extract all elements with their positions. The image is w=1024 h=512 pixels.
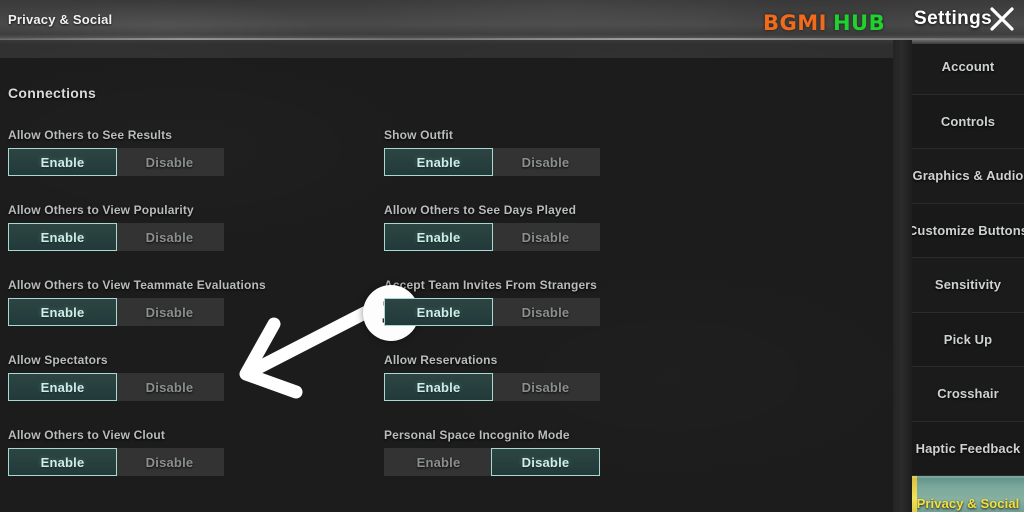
bgmi-hub-watermark: BGMI HUB xyxy=(763,11,885,35)
enable-option-button[interactable]: Enable xyxy=(384,448,493,476)
enable-disable-toggle: Enable Disable xyxy=(384,148,600,176)
enable-disable-toggle: Enable Disable xyxy=(384,448,600,476)
watermark-hub-text: HUB xyxy=(832,11,886,35)
disable-option-button[interactable]: Disable xyxy=(491,373,600,401)
sidebar-item-label: Account xyxy=(941,59,995,75)
sidebar-item-controls[interactable]: Controls xyxy=(912,94,1024,149)
setting-row: Show Outfit Enable Disable xyxy=(384,128,600,176)
setting-label: Personal Space Incognito Mode xyxy=(384,428,570,442)
setting-label: Allow Others to View Clout xyxy=(8,428,166,442)
settings-sidebar: Account Controls Graphics & Audio Customize… xyxy=(912,40,1024,512)
close-icon[interactable] xyxy=(988,5,1016,33)
sidebar-item-graphics-audio[interactable]: Graphics & Audio xyxy=(912,149,1024,204)
enable-disable-toggle: Enable Disable xyxy=(384,298,600,326)
sidebar-item-label: Customize Buttons xyxy=(912,222,1024,238)
setting-label: Allow Spectators xyxy=(8,353,108,367)
sidebar-item-crosshair[interactable]: Crosshair xyxy=(912,367,1024,422)
enable-option-button[interactable]: Enable xyxy=(384,373,493,401)
setting-row: Allow Others to See Results Enable Disable xyxy=(8,128,224,176)
enable-disable-toggle: Enable Disable xyxy=(8,373,224,401)
enable-option-button[interactable]: Enable xyxy=(8,223,117,251)
enable-disable-toggle: Enable Disable xyxy=(8,298,224,326)
setting-label: Allow Reservations xyxy=(384,353,498,367)
watermark-bgmi-text: BGMI xyxy=(763,11,827,35)
enable-option-button[interactable]: Enable xyxy=(384,223,493,251)
setting-row: Accept Team Invites From Strangers Enable… xyxy=(384,278,600,326)
game-settings-screen: Privacy & Social BGMI HUB Settings Connec… xyxy=(0,0,1024,512)
sidebar-item-sensitivity[interactable]: Sensitivity xyxy=(912,258,1024,313)
disable-option-button[interactable]: Disable xyxy=(491,223,600,251)
disable-option-button[interactable]: Disable xyxy=(491,148,600,176)
sidebar-item-haptic-feedback[interactable]: Haptic Feedback xyxy=(912,421,1024,476)
sidebar-item-label: Privacy & Social xyxy=(916,495,1020,511)
sidebar-item-label: Crosshair xyxy=(937,386,999,402)
sidebar-item-label: Haptic Feedback xyxy=(915,440,1021,456)
disable-option-button[interactable]: Disable xyxy=(115,298,224,326)
setting-row: Personal Space Incognito Mode Enable Disab… xyxy=(384,428,600,476)
setting-label: Show Outfit xyxy=(384,128,453,142)
enable-option-button[interactable]: Enable xyxy=(8,148,117,176)
enable-option-button[interactable]: Enable xyxy=(384,148,493,176)
enable-disable-toggle: Enable Disable xyxy=(384,373,600,401)
enable-disable-toggle: Enable Disable xyxy=(384,223,600,251)
enable-disable-toggle: Enable Disable xyxy=(8,148,224,176)
setting-label: Allow Others to View Teammate Evaluation… xyxy=(8,278,266,292)
enable-disable-toggle: Enable Disable xyxy=(8,448,224,476)
enable-option-button[interactable]: Enable xyxy=(8,448,117,476)
sidebar-item-privacy-social[interactable]: Privacy & Social xyxy=(912,476,1024,512)
sidebar-item-label: Pick Up xyxy=(943,331,993,347)
enable-option-button[interactable]: Enable xyxy=(8,373,117,401)
enable-disable-toggle: Enable Disable xyxy=(8,223,224,251)
setting-row: Allow Others to See Days Played Enable Dis… xyxy=(384,203,600,251)
enable-option-button[interactable]: Enable xyxy=(8,298,117,326)
sidebar-item-customize-buttons[interactable]: Customize Buttons xyxy=(912,203,1024,258)
setting-row: Allow Spectators Enable Disable xyxy=(8,353,224,401)
disable-option-button[interactable]: Disable xyxy=(115,448,224,476)
section-title-connections: Connections xyxy=(8,85,97,101)
panel-sidebar-gap xyxy=(893,40,912,512)
sidebar-top-edge xyxy=(912,40,1024,44)
sidebar-item-label: Graphics & Audio xyxy=(912,168,1024,184)
setting-row: Allow Others to View Popularity Enable Dis… xyxy=(8,203,224,251)
disable-option-button[interactable]: Disable xyxy=(115,373,224,401)
sidebar-item-label: Sensitivity xyxy=(934,277,1002,293)
enable-option-button[interactable]: Enable xyxy=(384,298,493,326)
setting-row: Allow Others to View Clout Enable Disable xyxy=(8,428,224,476)
disable-option-button[interactable]: Disable xyxy=(491,298,600,326)
sidebar-item-pick-up[interactable]: Pick Up xyxy=(912,312,1024,367)
disable-option-button[interactable]: Disable xyxy=(115,223,224,251)
page-title: Settings xyxy=(914,8,993,29)
setting-row: Allow Reservations Enable Disable xyxy=(384,353,600,401)
breadcrumb: Privacy & Social xyxy=(8,12,113,27)
setting-row: Allow Others to View Teammate Evaluation… xyxy=(8,278,266,326)
sidebar-item-label: Controls xyxy=(940,113,996,129)
setting-label: Accept Team Invites From Strangers xyxy=(384,278,597,292)
disable-option-button[interactable]: Disable xyxy=(491,448,600,476)
sidebar-item-account[interactable]: Account xyxy=(912,40,1024,95)
setting-label: Allow Others to See Results xyxy=(8,128,173,142)
setting-label: Allow Others to View Popularity xyxy=(8,203,194,217)
setting-label: Allow Others to See Days Played xyxy=(384,203,577,217)
disable-option-button[interactable]: Disable xyxy=(115,148,224,176)
